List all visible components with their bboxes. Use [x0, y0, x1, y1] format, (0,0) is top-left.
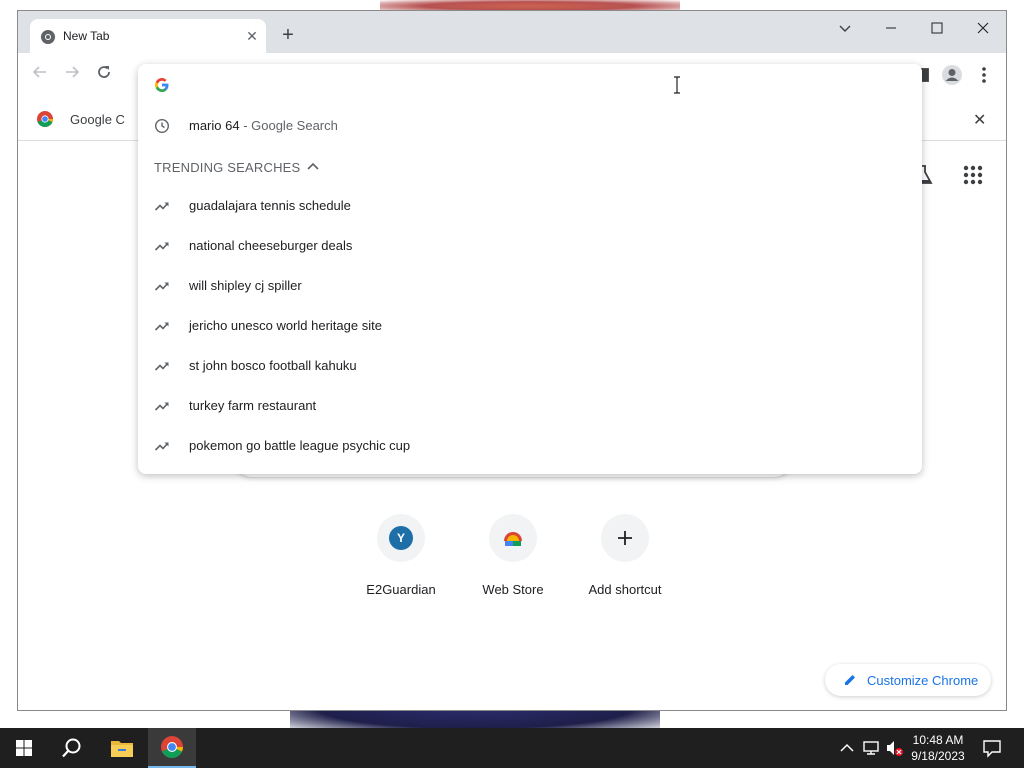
customize-chrome-label: Customize Chrome	[867, 672, 979, 688]
notifications-icon[interactable]	[982, 738, 1002, 758]
tab-strip: New Tab ✕ +	[18, 11, 1006, 53]
trending-suggestion-text: will shipley cj spiller	[189, 278, 302, 293]
omnibox-input[interactable]	[186, 74, 886, 96]
chrome-taskbar-button[interactable]	[148, 728, 196, 768]
trending-up-icon	[154, 322, 169, 331]
tab-new-tab[interactable]: New Tab ✕	[30, 19, 266, 53]
close-bar-icon[interactable]: ✕	[973, 110, 986, 130]
trending-suggestion[interactable]: jericho unesco world heritage site	[138, 306, 922, 346]
trending-suggestion-text: turkey farm restaurant	[189, 398, 317, 413]
shortcut-label: Web Store	[482, 582, 544, 597]
bookmark-label: Google C	[70, 111, 125, 127]
trending-up-icon	[154, 202, 169, 211]
clock-icon	[154, 118, 170, 134]
minimize-icon	[886, 27, 896, 29]
tab-title: New Tab	[63, 29, 110, 43]
shortcut-tile	[489, 514, 537, 562]
tab-close-icon[interactable]: ✕	[244, 28, 260, 44]
chevron-up-icon[interactable]	[306, 159, 320, 173]
history-suggestion-text: mario 64 - Google Search	[189, 118, 338, 133]
trending-suggestion[interactable]: pokemon go battle league psychic cup	[138, 426, 922, 466]
pencil-icon	[845, 675, 855, 685]
web-store-icon	[504, 532, 522, 546]
trending-suggestion-text: jericho unesco world heritage site	[189, 318, 382, 333]
close-window-button[interactable]	[960, 15, 1006, 43]
shortcut-e2guardian[interactable]: Y E2Guardian	[345, 514, 457, 597]
back-button[interactable]	[28, 63, 52, 87]
shortcut-web-store[interactable]: Web Store	[457, 514, 569, 597]
trending-up-icon	[154, 442, 169, 451]
trending-up-icon	[154, 242, 169, 251]
customize-chrome-button[interactable]: Customize Chrome	[825, 664, 991, 696]
trending-suggestion[interactable]: will shipley cj spiller	[138, 266, 922, 306]
trending-suggestion[interactable]: st john bosco football kahuku	[138, 346, 922, 386]
trending-suggestion[interactable]: national cheeseburger deals	[138, 226, 922, 266]
bookmark-item[interactable]: Google C	[36, 110, 125, 128]
chrome-icon	[41, 30, 55, 44]
new-tab-button[interactable]: +	[276, 24, 300, 48]
forward-button[interactable]	[60, 63, 84, 87]
chrome-icon	[161, 736, 183, 758]
menu-button[interactable]	[972, 63, 996, 87]
volume-muted-icon[interactable]	[884, 738, 904, 758]
history-suggestion[interactable]: mario 64 - Google Search	[138, 106, 922, 146]
maximize-icon	[931, 22, 943, 34]
omnibox-dropdown: mario 64 - Google Search TRENDING SEARCH…	[138, 64, 922, 474]
tab-search-icon[interactable]	[822, 15, 868, 43]
trending-suggestion-text: pokemon go battle league psychic cup	[189, 438, 411, 453]
google-g-icon	[155, 78, 169, 92]
plus-icon	[618, 531, 632, 545]
apps-grid-icon[interactable]	[962, 164, 984, 186]
trending-suggestion[interactable]: turkey farm restaurant	[138, 386, 922, 426]
trending-up-icon	[154, 402, 169, 411]
close-icon	[977, 22, 989, 34]
browser-window: New Tab ✕ + Google C ✕ Y E2Guardian Web …	[17, 10, 1007, 711]
trending-up-icon	[154, 282, 169, 291]
chevron-up-icon[interactable]	[837, 738, 857, 758]
reload-icon	[98, 66, 110, 78]
profile-button[interactable]	[940, 63, 964, 87]
back-arrow-icon	[32, 66, 46, 78]
start-button[interactable]	[0, 728, 48, 768]
clock-time: 10:48 AM	[912, 733, 964, 747]
profile-icon	[942, 65, 962, 85]
trending-suggestion-text: st john bosco football kahuku	[189, 358, 357, 373]
reload-button[interactable]	[92, 63, 116, 87]
trending-suggestion[interactable]: guadalajara tennis schedule	[138, 186, 922, 226]
history-suffix: - Google Search	[239, 118, 338, 133]
omnibox-input-row	[138, 64, 922, 106]
clock[interactable]: 10:48 AM 9/18/2023	[906, 732, 970, 764]
chevron-down-icon	[839, 25, 851, 32]
network-icon[interactable]	[861, 738, 881, 758]
windows-logo-icon	[16, 740, 32, 756]
more-vert-icon	[982, 67, 986, 83]
folder-icon	[111, 741, 133, 757]
clock-date: 9/18/2023	[911, 749, 965, 763]
shortcut-label: E2Guardian	[366, 582, 436, 597]
search-button[interactable]	[48, 728, 96, 768]
forward-arrow-icon	[66, 66, 80, 78]
shortcut-initial-avatar: Y	[389, 526, 413, 550]
shortcut-tile: Y	[377, 514, 425, 562]
text-cursor-icon	[674, 76, 680, 94]
trending-suggestion-text: national cheeseburger deals	[189, 238, 353, 253]
taskbar: 10:48 AM 9/18/2023	[0, 728, 1024, 768]
search-icon	[62, 738, 81, 758]
shortcut-add[interactable]: Add shortcut	[569, 514, 681, 597]
shortcut-tile	[601, 514, 649, 562]
trending-searches-header: TRENDING SEARCHES	[154, 160, 301, 175]
shortcut-label: Add shortcut	[588, 582, 662, 597]
maximize-button[interactable]	[914, 15, 960, 43]
minimize-button[interactable]	[868, 15, 914, 43]
trending-suggestion-text: guadalajara tennis schedule	[189, 198, 351, 213]
chrome-logo-icon	[37, 111, 54, 128]
trending-up-icon	[154, 362, 169, 371]
history-query: mario 64	[189, 118, 240, 133]
file-explorer-button[interactable]	[98, 728, 146, 768]
